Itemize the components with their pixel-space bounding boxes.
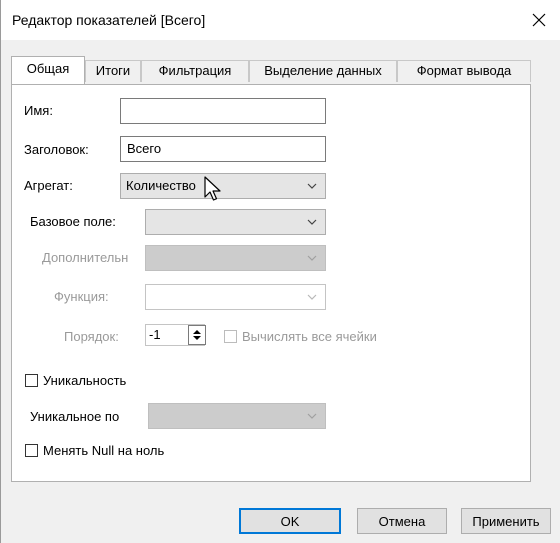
base-field-select[interactable] bbox=[145, 209, 326, 235]
name-input[interactable] bbox=[120, 98, 326, 124]
null-to-zero-label: Менять Null на ноль bbox=[43, 443, 165, 458]
ok-button[interactable]: OK bbox=[239, 508, 341, 534]
window-title: Редактор показателей [Всего] bbox=[12, 12, 206, 28]
aggregate-label: Агрегат: bbox=[24, 178, 73, 193]
name-label: Имя: bbox=[24, 103, 53, 118]
tab-filtering[interactable]: Фильтрация bbox=[141, 60, 249, 82]
tab-totals[interactable]: Итоги bbox=[85, 60, 141, 82]
apply-button[interactable]: Применить bbox=[461, 508, 551, 534]
calc-all-cells-checkbox[interactable] bbox=[224, 330, 237, 343]
null-to-zero-checkbox[interactable] bbox=[25, 444, 38, 457]
chevron-down-icon bbox=[305, 285, 319, 309]
uniqueness-label: Уникальность bbox=[43, 373, 127, 388]
aggregate-value: Количество bbox=[126, 178, 196, 193]
uniqueness-checkbox[interactable] bbox=[25, 374, 38, 387]
chevron-down-icon bbox=[305, 246, 319, 270]
caption-label: Заголовок: bbox=[24, 142, 89, 157]
tab-data-highlight[interactable]: Выделение данных bbox=[249, 60, 397, 82]
function-select[interactable] bbox=[145, 284, 326, 310]
additional-select[interactable] bbox=[145, 245, 326, 271]
cancel-button[interactable]: Отмена bbox=[357, 508, 447, 534]
chevron-down-icon bbox=[305, 404, 319, 428]
tab-panel-general: Имя: Заголовок: Всего Агрегат: Количеств… bbox=[11, 84, 531, 482]
tab-general[interactable]: Общая bbox=[11, 56, 85, 84]
base-field-label: Базовое поле: bbox=[30, 214, 116, 229]
spinner-arrows-icon[interactable] bbox=[188, 325, 206, 345]
caption-input[interactable]: Всего bbox=[120, 136, 326, 162]
function-label: Функция: bbox=[54, 289, 109, 304]
chevron-down-icon bbox=[305, 210, 319, 234]
close-icon bbox=[532, 13, 546, 27]
calc-all-cells-label: Вычислять все ячейки bbox=[242, 329, 377, 344]
mouse-pointer-icon bbox=[204, 176, 221, 201]
title-bar: Редактор показателей [Всего] bbox=[1, 0, 560, 40]
tab-output-format[interactable]: Формат вывода bbox=[397, 60, 531, 82]
close-button[interactable] bbox=[517, 0, 560, 40]
unique-field-label: Уникальное по bbox=[30, 409, 120, 424]
additional-label: Дополнительн bbox=[42, 250, 129, 265]
order-label: Порядок: bbox=[64, 329, 119, 344]
chevron-down-icon bbox=[305, 174, 319, 198]
unique-field-select[interactable] bbox=[148, 403, 326, 429]
dialog-window: Редактор показателей [Всего] Общая Итоги… bbox=[0, 0, 560, 543]
tab-strip: Общая Итоги Фильтрация Выделение данных … bbox=[11, 54, 531, 84]
